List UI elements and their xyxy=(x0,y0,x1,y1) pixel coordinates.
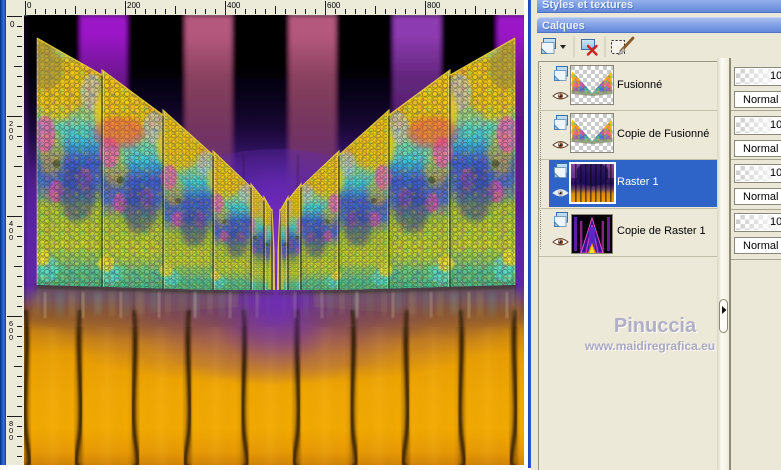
svg-text:0: 0 xyxy=(9,233,13,242)
svg-text:0: 0 xyxy=(9,433,13,442)
svg-text:0: 0 xyxy=(9,333,13,342)
svg-text:0: 0 xyxy=(9,133,13,142)
svg-text:0: 0 xyxy=(10,20,15,29)
svg-text:800: 800 xyxy=(427,1,441,10)
svg-text:200: 200 xyxy=(127,1,141,10)
svg-text:400: 400 xyxy=(227,1,241,10)
svg-text:0: 0 xyxy=(27,1,32,10)
svg-text:600: 600 xyxy=(327,1,341,10)
